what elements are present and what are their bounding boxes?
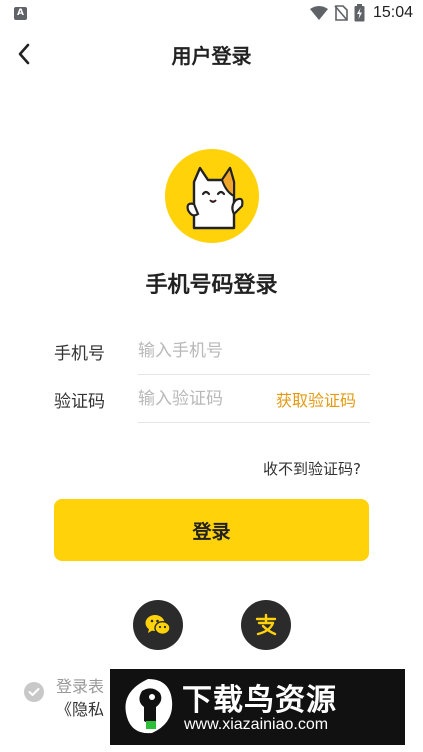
- check-icon: [28, 688, 40, 696]
- code-row: 验证码 获取验证码: [54, 375, 370, 423]
- code-label: 验证码: [54, 392, 105, 412]
- login-title: 手机号码登录: [145, 273, 278, 298]
- header: 用户登录: [0, 30, 423, 78]
- agreement-text: 登录表: [56, 677, 105, 696]
- watermark-url: www.xiazainiao.com: [184, 716, 329, 733]
- agreement-checkbox[interactable]: [24, 682, 44, 702]
- page-title: 用户登录: [171, 44, 252, 68]
- no-sim-icon: [334, 5, 348, 21]
- alipay-icon: [255, 613, 277, 636]
- get-code-button[interactable]: 获取验证码: [276, 387, 356, 411]
- privacy-policy-link[interactable]: 《隐私: [56, 696, 104, 720]
- phone-label: 手机号: [54, 344, 105, 364]
- watermark-banner: 下载鸟资源 www.xiazainiao.com: [110, 669, 405, 745]
- status-time: 15:04: [372, 4, 413, 21]
- app-logo: [164, 148, 260, 244]
- bird-logo-icon: [125, 679, 173, 734]
- no-code-link[interactable]: 收不到验证码?: [263, 458, 361, 479]
- wechat-icon: [145, 615, 171, 636]
- alipay-login-button[interactable]: [241, 600, 291, 650]
- battery-icon: [354, 4, 365, 22]
- phone-row: 手机号: [54, 327, 370, 375]
- phone-input[interactable]: [138, 327, 370, 375]
- app-notification-icon: A: [14, 7, 27, 20]
- login-button[interactable]: 登录: [54, 499, 369, 561]
- watermark-title: 下载鸟资源: [182, 683, 337, 718]
- status-bar: A 15:04: [0, 0, 423, 28]
- wechat-login-button[interactable]: [133, 600, 183, 650]
- status-icons: 15:04: [309, 4, 413, 22]
- cat-mascot-icon: [165, 149, 259, 243]
- wifi-icon: [309, 6, 328, 20]
